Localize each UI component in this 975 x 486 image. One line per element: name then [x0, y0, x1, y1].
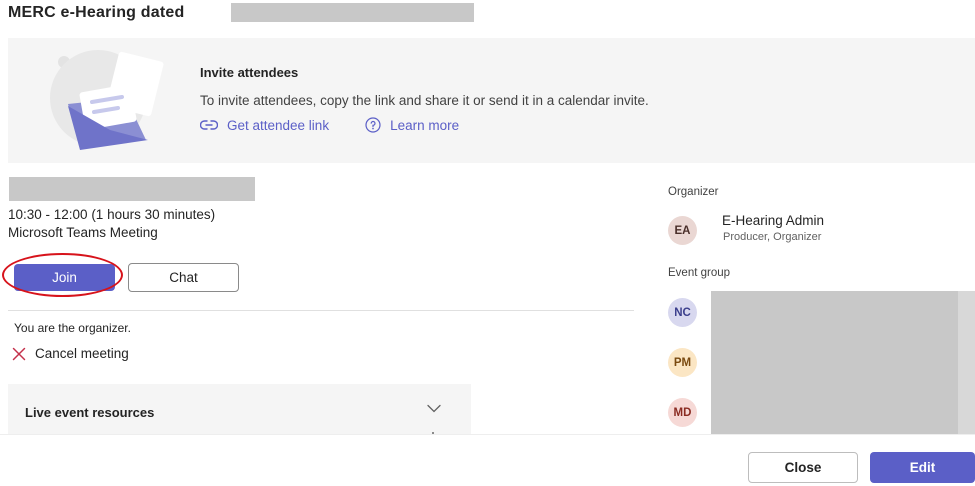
close-button[interactable]: Close	[748, 452, 858, 483]
invite-banner: Invite attendees To invite attendees, co…	[8, 38, 975, 163]
dialog-title: MERC e-Hearing dated	[8, 4, 185, 21]
organizer-note: You are the organizer.	[14, 321, 131, 335]
redacted-date	[231, 3, 474, 22]
redacted-meeting-date	[9, 177, 255, 201]
live-event-resources-title: Live event resources	[25, 405, 155, 420]
dialog-header: MERC e-Hearing dated	[8, 2, 184, 24]
avatar[interactable]: PM	[668, 348, 697, 377]
event-group-label: Event group	[668, 267, 731, 279]
invite-links: Get attendee link Learn more	[200, 117, 459, 133]
organizer-label: Organizer	[668, 186, 719, 198]
cancel-meeting-label: Cancel meeting	[35, 346, 129, 361]
invite-title: Invite attendees	[200, 65, 299, 80]
avatar[interactable]: NC	[668, 298, 697, 327]
edit-button[interactable]: Edit	[870, 452, 975, 483]
divider	[8, 310, 634, 311]
link-icon	[200, 120, 218, 130]
cancel-meeting-button[interactable]: Cancel meeting	[12, 346, 129, 361]
meeting-type: Microsoft Teams Meeting	[8, 225, 158, 240]
avatar[interactable]: EA	[668, 216, 697, 245]
chevron-down-icon[interactable]	[427, 404, 441, 413]
scrollbar[interactable]	[958, 291, 975, 434]
redacted-member-names	[711, 291, 958, 434]
learn-more-link[interactable]: Learn more	[365, 117, 459, 133]
close-x-icon	[12, 347, 26, 360]
get-attendee-link-label: Get attendee link	[227, 117, 330, 133]
join-button[interactable]: Join	[14, 264, 115, 291]
live-event-resources-panel[interactable]: Live event resources	[8, 384, 471, 434]
chat-button[interactable]: Chat	[128, 263, 239, 292]
avatar[interactable]: MD	[668, 398, 697, 427]
invite-illustration	[50, 50, 164, 150]
organizer-name[interactable]: E-Hearing Admin	[722, 213, 824, 228]
footer-divider	[0, 434, 975, 435]
meeting-time: 10:30 - 12:00 (1 hours 30 minutes)	[8, 207, 216, 222]
get-attendee-link[interactable]: Get attendee link	[200, 118, 329, 133]
organizer-role: Producer, Organizer	[723, 231, 822, 243]
help-circle-icon	[365, 117, 381, 133]
learn-more-label: Learn more	[390, 117, 460, 133]
invite-description: To invite attendees, copy the link and s…	[200, 93, 649, 108]
